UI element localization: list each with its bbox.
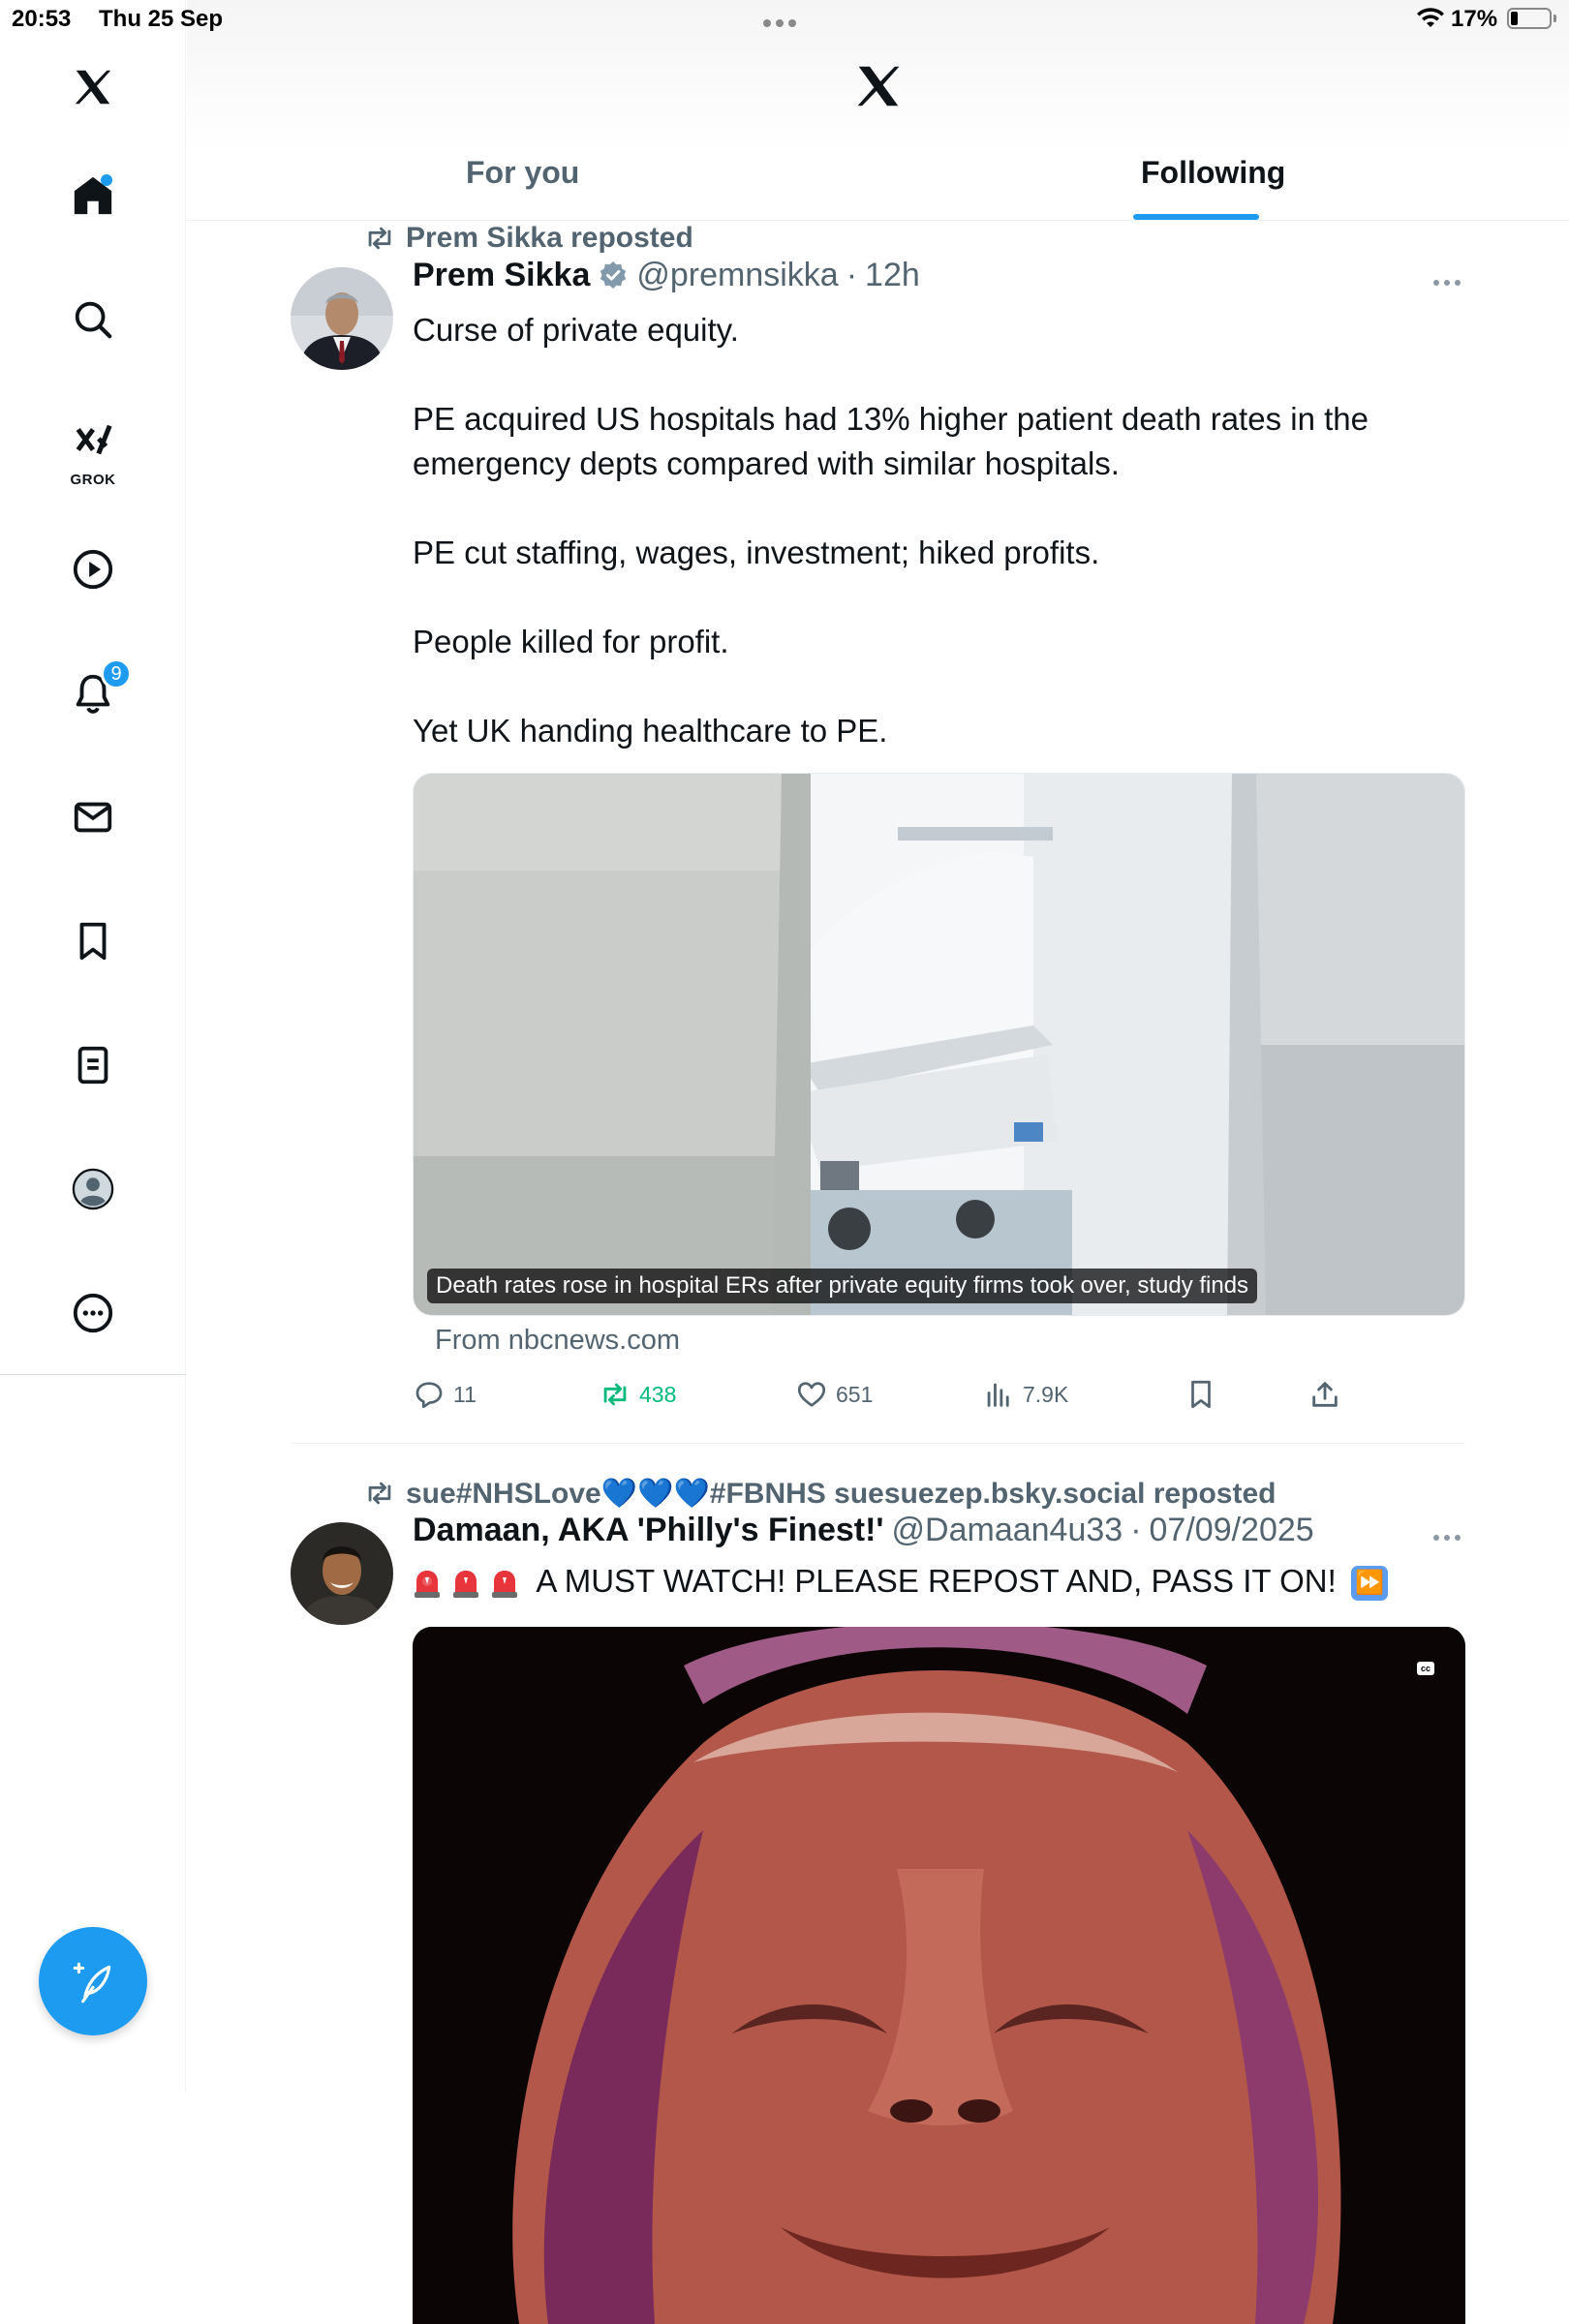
post-damaan[interactable]: sue#NHSLove💙💙💙#FBNHS suesuezep.bsky.soci… xyxy=(187,1476,1569,2324)
views-chart-icon xyxy=(987,1383,1009,1407)
post-text-line: Curse of private equity. xyxy=(413,312,739,348)
author-name[interactable]: Damaan, AKA 'Philly's Finest!' xyxy=(413,1512,884,1549)
compose-feather-icon xyxy=(73,1962,111,2003)
post-more-icon[interactable] xyxy=(1433,1535,1461,1541)
status-bar: 20:53 Thu 25 Sep 17% xyxy=(0,0,1569,39)
author-handle[interactable]: @premnsikka xyxy=(636,257,838,294)
link-card-caption: Death rates rose in hospital ERs after p… xyxy=(427,1269,1258,1303)
sidebar: GROK 9 xyxy=(0,0,186,2092)
lists-icon[interactable] xyxy=(62,1034,124,1096)
police-light-emoji-icon xyxy=(453,1571,478,1599)
compose-button[interactable] xyxy=(39,1927,147,2035)
repost-context[interactable]: sue#NHSLove💙💙💙#FBNHS suesuezep.bsky.soci… xyxy=(363,1476,1276,1511)
repost-icon xyxy=(368,227,391,250)
verified-badge-icon xyxy=(600,261,627,289)
home-icon[interactable] xyxy=(62,165,124,227)
avatar-damaan[interactable] xyxy=(291,1522,393,1625)
status-time: 20:53 xyxy=(12,6,72,32)
police-light-emoji-icon xyxy=(415,1571,440,1599)
repost-icon xyxy=(368,1482,391,1505)
active-tab-indicator xyxy=(1133,214,1259,220)
bookmark-icon xyxy=(1191,1380,1211,1409)
reply-button[interactable]: 11 xyxy=(413,1378,477,1411)
post-text-line: PE acquired US hospitals had 13% higher … xyxy=(413,401,1369,481)
repost-icon xyxy=(603,1383,627,1406)
share-button[interactable] xyxy=(1308,1378,1341,1411)
post-time[interactable]: 12h xyxy=(865,257,920,294)
sidebar-divider xyxy=(0,1374,186,1375)
post-text-line: Yet UK handing healthcare to PE. xyxy=(413,713,888,749)
post-prem-sikka[interactable]: Prem Sikka reposted Prem Sikka @premnsik… xyxy=(187,221,1569,1444)
repost-label: Prem Sikka reposted xyxy=(406,222,693,254)
repost-button[interactable]: 438 xyxy=(599,1378,676,1411)
author-handle[interactable]: @Damaan4u33 xyxy=(892,1512,1123,1549)
messages-icon[interactable] xyxy=(62,786,124,848)
status-date: Thu 25 Sep xyxy=(99,6,224,32)
avatar-prem-sikka[interactable] xyxy=(291,267,393,370)
post-text-line: People killed for profit. xyxy=(413,624,729,659)
timeline-feed[interactable]: Prem Sikka reposted Prem Sikka @premnsik… xyxy=(187,221,1569,2324)
profile-avatar-icon[interactable] xyxy=(62,1158,124,1220)
reply-icon xyxy=(415,1382,443,1409)
repost-label: sue#NHSLove💙💙💙#FBNHS suesuezep.bsky.soci… xyxy=(406,1477,1277,1510)
x-header-logo-icon xyxy=(857,66,900,107)
heart-icon xyxy=(797,1382,826,1407)
grok-label: GROK xyxy=(70,472,116,488)
post-text-line: PE cut staffing, wages, investment; hike… xyxy=(413,535,1100,570)
bookmark-button[interactable] xyxy=(1184,1378,1217,1411)
video-play-icon[interactable] xyxy=(62,538,124,600)
notifications-icon[interactable]: 9 xyxy=(62,658,132,724)
reply-count: 11 xyxy=(453,1381,477,1407)
battery-percent: 17% xyxy=(1451,6,1498,32)
search-icon[interactable] xyxy=(62,289,124,351)
x-logo-icon[interactable] xyxy=(62,56,124,118)
wifi-icon xyxy=(1417,8,1444,27)
more-icon[interactable] xyxy=(62,1282,124,1344)
views-button[interactable]: 7.9K xyxy=(982,1378,1068,1411)
post-body: Curse of private equity. PE acquired US … xyxy=(413,308,1459,753)
post-actions: 11 438 651 7.9K xyxy=(413,1378,1465,1421)
post-text-line: A MUST WATCH! PLEASE REPOST AND, PASS IT… xyxy=(536,1563,1337,1599)
police-light-emoji-icon xyxy=(492,1571,517,1599)
post-more-icon[interactable] xyxy=(1433,280,1461,286)
author-name[interactable]: Prem Sikka xyxy=(413,257,590,294)
post-header: Prem Sikka @premnsikka · 12h xyxy=(413,256,920,294)
video-player[interactable]: cc xyxy=(413,1627,1465,2324)
like-count: 651 xyxy=(836,1381,874,1407)
post-time[interactable]: 07/09/2025 xyxy=(1150,1512,1314,1549)
post-header: Damaan, AKA 'Philly's Finest!' @Damaan4u… xyxy=(413,1511,1314,1549)
multitasking-dots-icon[interactable] xyxy=(763,15,801,32)
link-card-source[interactable]: From nbcnews.com xyxy=(435,1325,680,1357)
meta-separator: · xyxy=(846,256,858,293)
repost-context[interactable]: Prem Sikka reposted xyxy=(363,221,693,256)
hospital-bed-photo xyxy=(414,774,1464,1315)
notification-count-badge: 9 xyxy=(101,658,132,689)
post-body: A MUST WATCH! PLEASE REPOST AND, PASS IT… xyxy=(413,1559,1459,1604)
view-count: 7.9K xyxy=(1023,1381,1069,1407)
video-frame-face xyxy=(413,1627,1465,2324)
link-card-image[interactable]: Death rates rose in hospital ERs after p… xyxy=(413,773,1465,1316)
closed-captions-button[interactable]: cc xyxy=(1417,1662,1434,1675)
fast-forward-emoji-icon: ⏩ xyxy=(1350,1566,1388,1602)
battery-icon xyxy=(1507,8,1556,29)
share-icon xyxy=(1312,1382,1338,1407)
home-unread-dot xyxy=(101,174,112,186)
tab-following[interactable]: Following xyxy=(1141,155,1285,191)
meta-separator: · xyxy=(1130,1511,1142,1548)
bookmarks-icon[interactable] xyxy=(62,910,124,972)
tab-for-you[interactable]: For you xyxy=(466,155,579,191)
grok-icon[interactable]: GROK xyxy=(62,411,124,488)
like-button[interactable]: 651 xyxy=(795,1378,873,1411)
post-divider xyxy=(291,1443,1465,1444)
repost-count: 438 xyxy=(639,1381,677,1407)
